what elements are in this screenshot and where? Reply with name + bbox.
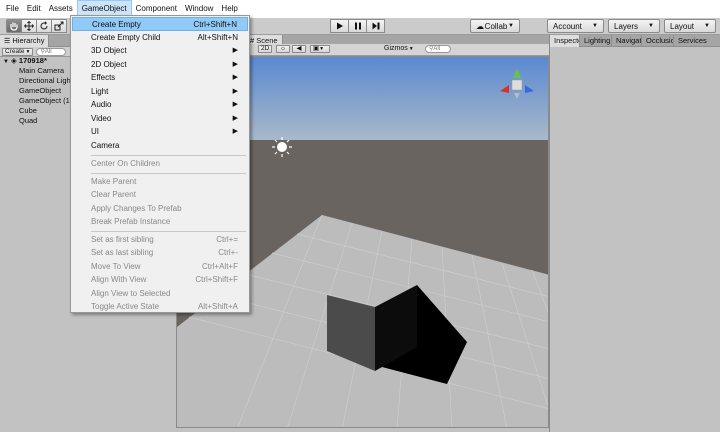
inspector-panel: Inspector Lighting Navigation Occlusion …: [549, 35, 720, 432]
chevron-right-icon: ▶: [232, 88, 238, 95]
menu-item-break-prefab-instance: Break Prefab Instance: [91, 217, 171, 226]
menu-item-3d-object[interactable]: 3D Object ▶: [72, 44, 248, 58]
list-item[interactable]: GameObject (1): [0, 96, 70, 106]
cloud-icon: ☁: [476, 21, 484, 31]
hierarchy-tree: ▼ ◈ 170918* Main Camera Directional Ligh…: [0, 56, 70, 126]
speaker-icon: ◀: [296, 45, 302, 52]
pause-button[interactable]: [348, 19, 367, 33]
expand-arrow-icon: ▼: [3, 59, 9, 65]
scale-icon: [54, 21, 64, 31]
chevron-down-icon: ▼: [704, 23, 710, 29]
menu-item-apply-changes-to-prefab: Apply Changes To Prefab: [91, 204, 182, 213]
menu-item-2d-object[interactable]: 2D Object ▶: [72, 58, 248, 72]
tab-lighting[interactable]: Lighting: [580, 35, 612, 47]
menu-item-make-parent: Make Parent: [91, 177, 137, 186]
gameobject-menu: Create Empty Ctrl+Shift+N Create Empty Ch…: [70, 15, 250, 313]
move-arrows-icon: [24, 21, 34, 31]
menu-item-create-empty-child[interactable]: Create Empty Child Alt+Shift+N: [72, 31, 248, 45]
menu-item-move-to-view: Move To View Ctrl+Alt+F: [91, 262, 238, 271]
rotate-icon: [40, 21, 48, 30]
chevron-right-icon: ▶: [232, 61, 238, 68]
menu-item-align-view-to-selected: Align View to Selected: [91, 289, 171, 298]
menu-item-light[interactable]: Light ▶: [72, 85, 248, 99]
menu-item-video[interactable]: Video ▶: [72, 112, 248, 126]
menu-item-set-first-sibling: Set as first sibling Ctrl+=: [91, 235, 238, 244]
directional-light-gizmo: [272, 137, 292, 157]
list-item[interactable]: Main Camera: [0, 66, 70, 76]
transform-tools: [6, 19, 67, 33]
scene-search-input[interactable]: ⚲All: [425, 45, 451, 53]
menu-separator: [91, 173, 246, 174]
collab-button[interactable]: ☁ Collab ▼: [470, 19, 520, 33]
chevron-right-icon: ▶: [232, 47, 238, 54]
chevron-right-icon: ▶: [232, 74, 238, 81]
unity-scene-icon: ◈: [11, 56, 17, 65]
chevron-down-icon: ▼: [508, 23, 514, 29]
rotate-tool-button[interactable]: [36, 19, 52, 33]
menu-edit[interactable]: Edit: [23, 0, 45, 18]
audio-toggle-button[interactable]: ◀: [292, 45, 306, 53]
layout-dropdown[interactable]: Layout ▼: [664, 19, 716, 33]
menu-item-toggle-active-state: Toggle Active State Alt+Shift+A: [91, 302, 238, 311]
step-icon: [372, 22, 379, 30]
menu-item-clear-parent: Clear Parent: [91, 190, 136, 199]
menu-item-camera[interactable]: Camera: [72, 139, 248, 153]
step-button[interactable]: [366, 19, 385, 33]
play-button[interactable]: [330, 19, 349, 33]
menu-item-set-last-sibling: Set as last sibling Ctrl+-: [91, 248, 238, 257]
menu-item-ui[interactable]: UI ▶: [72, 125, 248, 139]
hierarchy-search-input[interactable]: ⚲All: [36, 47, 67, 56]
lighting-toggle-button[interactable]: ☼: [276, 45, 290, 53]
pause-icon: [354, 22, 361, 30]
sun-icon: ☼: [280, 45, 286, 52]
list-item[interactable]: GameObject: [0, 86, 70, 96]
menu-item-effects[interactable]: Effects ▶: [72, 71, 248, 85]
play-icon: [336, 22, 343, 30]
list-item[interactable]: Quad: [0, 116, 70, 126]
layers-dropdown[interactable]: Layers ▼: [608, 19, 660, 33]
menu-item-create-empty[interactable]: Create Empty Ctrl+Shift+N: [72, 17, 248, 31]
2d-toggle-button[interactable]: 2D: [258, 45, 273, 53]
chevron-down-icon: ▼: [25, 48, 31, 55]
chevron-right-icon: ▶: [232, 128, 238, 135]
play-controls: [330, 19, 385, 33]
list-icon: ☰: [4, 38, 11, 45]
tab-services[interactable]: Services: [674, 35, 720, 47]
chevron-right-icon: ▶: [232, 101, 238, 108]
menu-separator: [91, 231, 246, 232]
tab-inspector[interactable]: Inspector: [550, 35, 580, 47]
scene-root-row[interactable]: ▼ ◈ 170918*: [0, 56, 70, 66]
inspector-tabbar: Inspector Lighting Navigation Occlusion …: [550, 35, 720, 47]
chevron-down-icon: ▼: [592, 23, 598, 29]
chevron-right-icon: ▶: [232, 115, 238, 122]
hand-icon: [10, 22, 18, 31]
tab-navigation[interactable]: Navigation: [612, 35, 642, 47]
hand-tool-button[interactable]: [6, 19, 22, 33]
menu-item-center-on-children: Center On Children: [91, 159, 160, 168]
effects-dropdown[interactable]: ▣ ▼: [310, 45, 330, 53]
menu-item-audio[interactable]: Audio ▶: [72, 98, 248, 112]
menu-item-align-with-view: Align With View Ctrl+Shift+F: [91, 275, 238, 284]
create-dropdown[interactable]: Create ▼: [2, 47, 34, 56]
chevron-down-icon: ▼: [408, 45, 414, 52]
menu-separator: [91, 155, 246, 156]
tab-hierarchy[interactable]: ☰ Hierarchy: [0, 35, 50, 47]
move-tool-button[interactable]: [21, 19, 37, 33]
scale-tool-button[interactable]: [51, 19, 67, 33]
list-item[interactable]: Directional Light: [0, 76, 70, 86]
menu-file[interactable]: File: [2, 0, 23, 18]
chevron-down-icon: ▼: [648, 23, 654, 29]
tab-occlusion[interactable]: Occlusion: [642, 35, 674, 47]
list-item[interactable]: Cube: [0, 106, 70, 116]
chevron-down-icon: ▼: [319, 46, 325, 52]
gizmos-dropdown[interactable]: Gizmos ▼: [384, 45, 414, 52]
account-dropdown[interactable]: Account ▼: [547, 19, 604, 33]
